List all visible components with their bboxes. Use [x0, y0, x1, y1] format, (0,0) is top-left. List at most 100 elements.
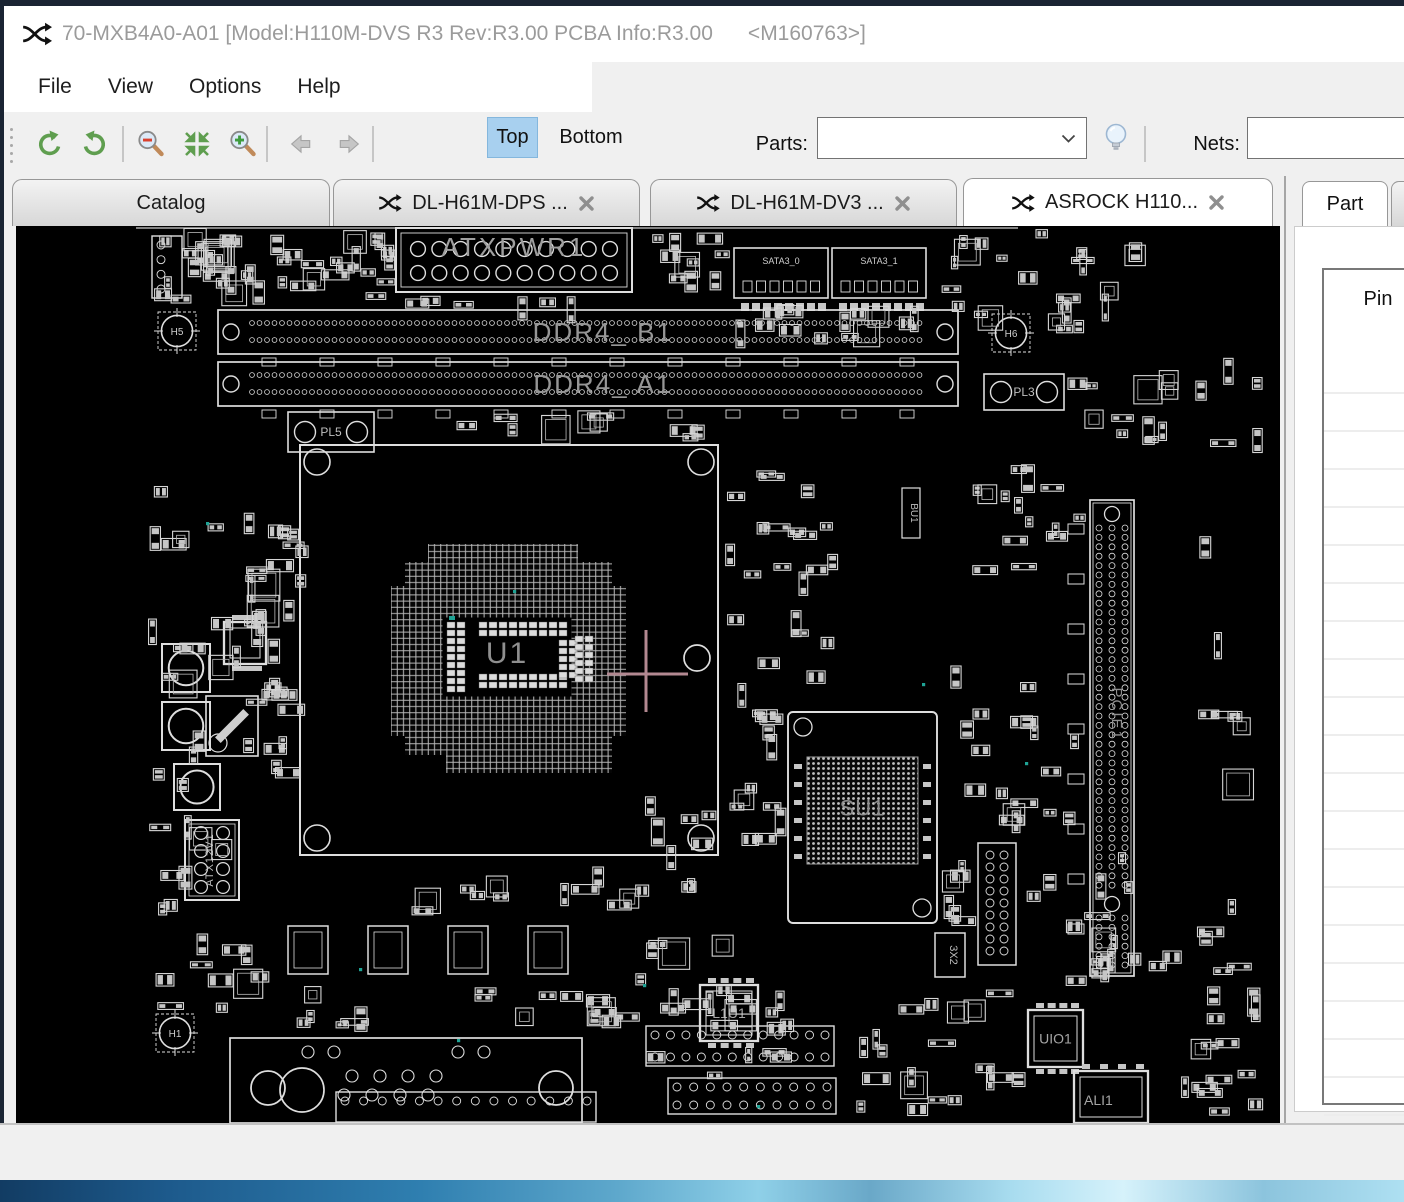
- shuffle-icon: [1011, 194, 1035, 212]
- layer-top-button[interactable]: Top: [487, 117, 538, 158]
- highlight-bulb-button[interactable]: [1098, 120, 1134, 156]
- desktop-wallpaper: [0, 1180, 1404, 1202]
- svg-text:H5: H5: [171, 327, 184, 338]
- mount-hole-H5: H5: [154, 308, 200, 354]
- tab-dl-h61m-dv3[interactable]: DL-H61M-DV3 ...: [650, 179, 957, 226]
- svg-text:SU1: SU1: [840, 796, 886, 821]
- nav-back-button[interactable]: [282, 125, 320, 163]
- menu-panel: File View Options Help: [0, 62, 592, 112]
- svg-text:ATXPWR1: ATXPWR1: [442, 232, 587, 262]
- rotate-ccw-button[interactable]: [30, 125, 68, 163]
- tab-catalog[interactable]: Catalog: [12, 179, 330, 226]
- nets-input[interactable]: [1247, 117, 1404, 159]
- pin-table-row: [1324, 1002, 1404, 1040]
- svg-text:3X2: 3X2: [947, 945, 959, 965]
- mount-hole-H6: H6: [988, 310, 1034, 356]
- close-icon[interactable]: [894, 195, 911, 212]
- pin-table-row: [1324, 850, 1404, 888]
- component-UIO1: UIO1: [1028, 1003, 1083, 1074]
- close-icon[interactable]: [1208, 194, 1225, 211]
- pin-table-row: [1324, 1040, 1404, 1078]
- shuffle-icon: [696, 194, 720, 212]
- tab-label: DL-H61M-DPS ...: [412, 192, 568, 215]
- pin-table-row: [1324, 546, 1404, 584]
- layer-bottom-button[interactable]: Bottom: [545, 117, 637, 158]
- rotate-cw-icon: [80, 129, 110, 159]
- nav-forward-button[interactable]: [330, 125, 368, 163]
- component-SU1: SU1: [788, 712, 937, 923]
- component-PL3: PL3: [984, 374, 1064, 410]
- pin-header: [336, 1092, 596, 1122]
- rotate-cw-button[interactable]: [76, 125, 114, 163]
- pin-header: [668, 1078, 836, 1114]
- component-U1: U1: [300, 445, 718, 855]
- svg-text:UIO1: UIO1: [1039, 1031, 1072, 1047]
- chevron-down-icon: [1061, 134, 1076, 143]
- pin-table-row: [1324, 660, 1404, 698]
- toolbar-grip[interactable]: [10, 128, 13, 163]
- pin-table-row: [1324, 888, 1404, 926]
- menu-item-options[interactable]: Options: [189, 75, 261, 99]
- component-DDR4_ A1: DDR4_ A1: [218, 362, 958, 418]
- fit-view-button[interactable]: [178, 125, 216, 163]
- close-icon[interactable]: [578, 195, 595, 212]
- zoom-in-icon: [228, 129, 258, 159]
- svg-text:H6: H6: [1005, 329, 1018, 340]
- zoom-out-button[interactable]: [132, 125, 170, 163]
- parts-combobox[interactable]: [817, 117, 1087, 159]
- svg-text:H1: H1: [169, 1029, 182, 1040]
- board-canvas[interactable]: ATXPWR1SATA3_0SATA3_1DDR4_ B1DDR4_ A1U1S…: [16, 226, 1280, 1123]
- shuffle-icon: [378, 194, 402, 212]
- tab-net[interactable]: N: [1391, 181, 1404, 226]
- status-bar: [0, 1123, 1404, 1180]
- mount-hole-H1: H1: [152, 1010, 198, 1056]
- pin-table-row: [1324, 1078, 1404, 1116]
- nav-forward-icon: [332, 133, 366, 155]
- window-title: 70-MXB4A0-A01 [Model:H110M-DVS R3 Rev:R3…: [62, 22, 866, 46]
- pin-table-row: [1324, 774, 1404, 812]
- component-BU1: BU1: [902, 488, 920, 538]
- pin-table-row: [1324, 926, 1404, 964]
- svg-text:DDR4_ B1: DDR4_ B1: [533, 317, 673, 347]
- svg-text:DDR4_ A1: DDR4_ A1: [533, 369, 672, 399]
- window-top-border: [0, 0, 1404, 6]
- zoom-in-button[interactable]: [224, 125, 262, 163]
- pin-table-row: [1324, 964, 1404, 1002]
- board-ring: [280, 1068, 324, 1112]
- svg-text:PL3: PL3: [1013, 385, 1035, 399]
- pin-table-row: [1324, 584, 1404, 622]
- toolbar: Top Bottom Parts: Nets:: [0, 112, 1404, 176]
- title-bar: 70-MXB4A0-A01 [Model:H110M-DVS R3 Rev:R3…: [0, 6, 1404, 62]
- rotate-ccw-icon: [34, 129, 64, 159]
- component-ATXPWR1: ATXPWR1: [396, 228, 632, 292]
- svg-text:PL5: PL5: [320, 425, 342, 439]
- svg-text:SATA3_0: SATA3_0: [762, 256, 799, 266]
- component-3X2: 3X2: [935, 933, 965, 977]
- fit-view-icon: [182, 129, 212, 159]
- menu-item-file[interactable]: File: [38, 75, 72, 99]
- application-window: 70-MXB4A0-A01 [Model:H110M-DVS R3 Rev:R3…: [0, 0, 1404, 1202]
- menu-item-help[interactable]: Help: [297, 75, 340, 99]
- mosfet-row: [288, 926, 568, 974]
- pin-table-row: [1324, 622, 1404, 660]
- pin-table-row: [1324, 736, 1404, 774]
- component-ALI1: ALI1: [1074, 1064, 1148, 1123]
- window-left-border: [0, 0, 4, 1123]
- shuffle-icon[interactable]: [22, 22, 52, 46]
- tab-part[interactable]: Part: [1302, 181, 1388, 226]
- tab-dl-h61m-dps[interactable]: DL-H61M-DPS ...: [333, 179, 640, 226]
- pin-table-row: [1324, 508, 1404, 546]
- tab-asrock-h110[interactable]: ASROCK H110...: [963, 178, 1273, 226]
- choke: [162, 702, 210, 750]
- menu-item-view[interactable]: View: [108, 75, 153, 99]
- pin-table-row: [1324, 394, 1404, 432]
- tab-label: DL-H61M-DV3 ...: [730, 192, 883, 215]
- svg-text:U1: U1: [486, 637, 528, 670]
- pin-table-row: [1324, 812, 1404, 850]
- pin-header: [978, 843, 1016, 965]
- component-SATA3_0: SATA3_0: [734, 248, 828, 311]
- board-view: ATXPWR1SATA3_0SATA3_1DDR4_ B1DDR4_ A1U1S…: [16, 226, 1280, 1123]
- svg-text:ALI1: ALI1: [1084, 1092, 1113, 1108]
- svg-text:PCIE1: PCIE1: [1108, 688, 1125, 741]
- pin-table: Pin: [1322, 268, 1404, 1105]
